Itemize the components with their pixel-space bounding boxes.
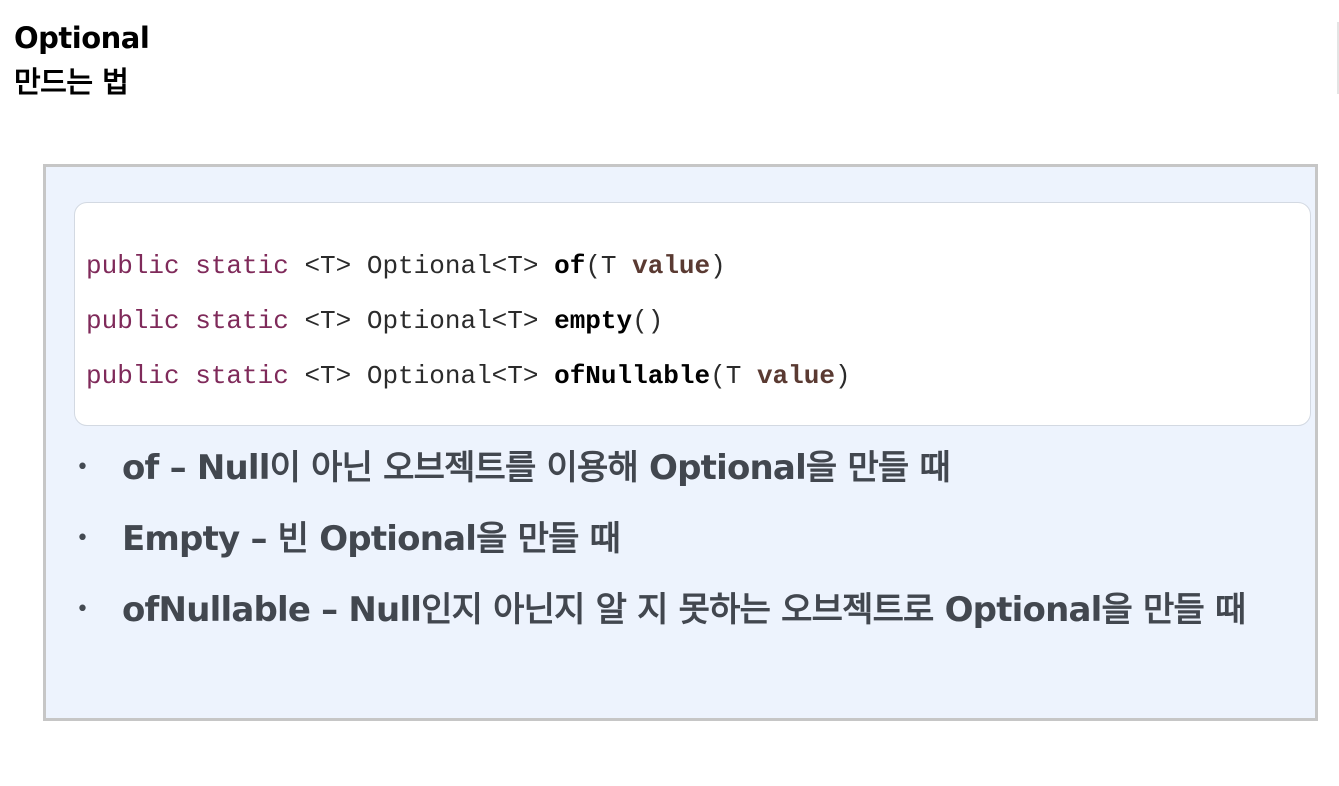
code-modifiers: public static [86,306,289,336]
bullet-marker: • [76,526,89,551]
page-title-line-1: Optional [14,21,150,55]
code-open-paren: () [632,306,664,336]
code-open-paren: (T [710,361,757,391]
code-open-paren: (T [585,251,633,281]
code-param-name: value [632,251,711,281]
page-title: Optional 만드는 법 [14,16,150,104]
code-method-name: empty [554,306,633,336]
code-block: public static <T> Optional<T> of(T value… [74,202,1311,426]
code-method-name: of [554,251,586,281]
bullet-text: ofNullable – Null인지 아닌지 알 지 못하는 오브젝트로 Op… [122,590,1246,630]
code-close-paren: ) [710,251,726,281]
code-return-type: <T> Optional<T> [288,361,555,391]
code-return-type: <T> Optional<T> [288,306,555,336]
code-close-paren: ) [834,361,851,391]
bullet-text: Empty – 빈 Optional을 만들 때 [122,519,621,559]
code-line-of: public static <T> Optional<T> of(T value… [86,250,726,282]
code-modifiers: public static [86,361,289,391]
code-return-type: <T> Optional<T> [288,251,555,281]
code-modifiers: public static [86,251,289,281]
code-method-name: ofNullable [554,361,711,391]
bullet-marker: • [76,597,89,622]
bullet-text: of – Null이 아닌 오브젝트를 이용해 Optional을 만들 때 [122,448,951,488]
code-line-empty: public static <T> Optional<T> empty() [86,305,663,337]
bullet-marker: • [76,455,89,480]
code-param-name: value [756,361,835,391]
code-line-ofnullable: public static <T> Optional<T> ofNullable… [86,360,851,392]
slide-content-panel: public static <T> Optional<T> of(T value… [43,164,1318,721]
page-title-line-2: 만드는 법 [14,65,129,99]
